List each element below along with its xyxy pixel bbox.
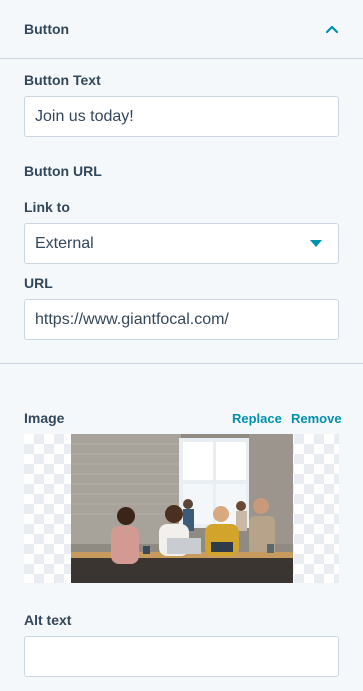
url-label: URL bbox=[24, 275, 53, 291]
team-photo bbox=[71, 434, 293, 583]
chevron-up-icon[interactable] bbox=[325, 22, 339, 36]
image-label: Image bbox=[24, 410, 65, 426]
replace-image-link[interactable]: Replace bbox=[232, 411, 282, 426]
section-title: Button bbox=[24, 21, 70, 37]
link-to-select[interactable]: External bbox=[24, 223, 339, 264]
caret-down-icon bbox=[310, 240, 322, 247]
button-text-input[interactable]: Join us today! bbox=[24, 96, 339, 137]
alt-text-input[interactable] bbox=[24, 636, 339, 677]
image-preview[interactable] bbox=[24, 434, 339, 583]
button-url-heading: Button URL bbox=[24, 163, 102, 179]
alt-text-label: Alt text bbox=[24, 612, 72, 628]
button-section-header[interactable]: Button bbox=[0, 0, 363, 59]
remove-image-link[interactable]: Remove bbox=[291, 411, 342, 426]
link-to-selected-value: External bbox=[35, 234, 94, 252]
url-input[interactable]: https://www.giantfocal.com/ bbox=[24, 299, 339, 340]
button-text-label: Button Text bbox=[24, 72, 101, 88]
section-divider bbox=[0, 363, 363, 364]
link-to-label: Link to bbox=[24, 199, 70, 215]
